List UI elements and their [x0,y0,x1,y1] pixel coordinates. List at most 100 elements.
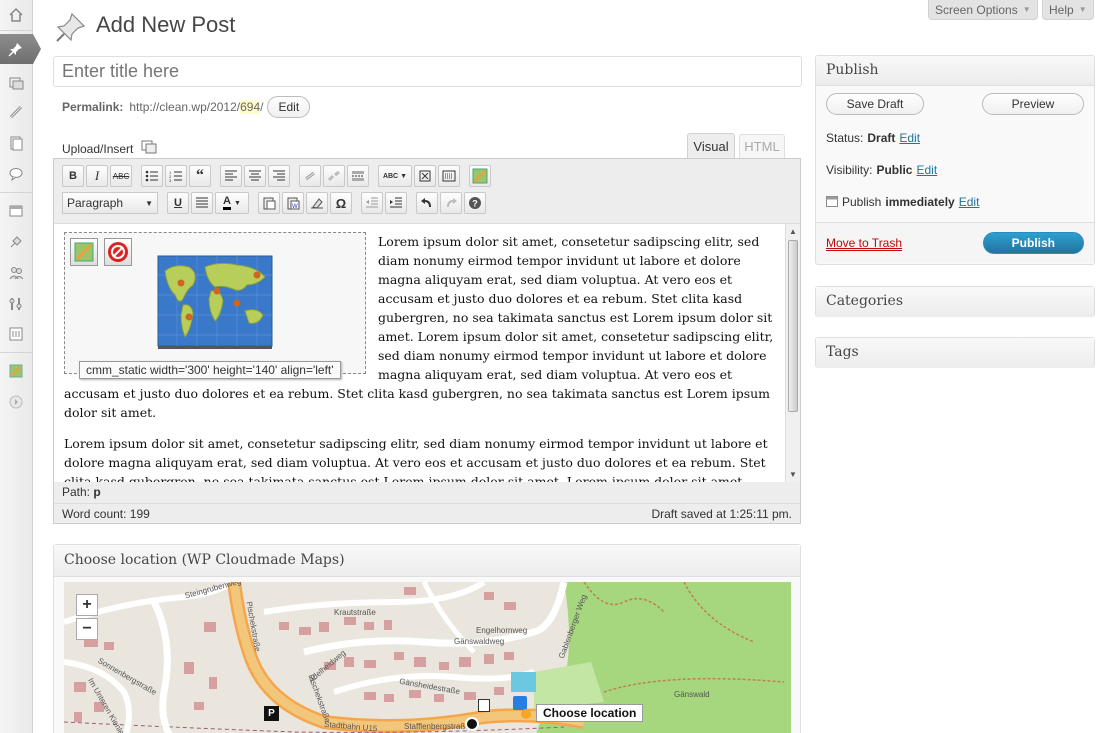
strikethrough-button[interactable]: ABC [110,165,132,187]
outdent-icon[interactable] [361,192,383,214]
edit-image-icon[interactable] [70,238,98,266]
location-map[interactable]: + − Steingrubenweg Pischekstraße Krautst… [64,582,791,733]
street-label: Krautstraße [334,608,376,617]
tab-html[interactable]: HTML [739,134,785,158]
permalink-url[interactable]: http://clean.wp/2012/694/ [129,100,263,114]
remove-format-icon[interactable] [306,192,328,214]
format-select[interactable]: Paragraph ▼ [62,192,158,214]
numbered-list-button[interactable]: 123 [165,165,187,187]
publish-title[interactable]: Publish [816,56,1094,86]
tags-title[interactable]: Tags [816,338,1094,368]
links-icon[interactable] [5,101,27,123]
dashboard-icon[interactable] [5,4,27,26]
status-edit-link[interactable]: Edit [899,131,920,145]
map-postbox-title[interactable]: Choose location (WP Cloudmade Maps) [54,545,800,577]
insert-link-icon[interactable] [299,165,321,187]
publish-actions: Save Draft Preview [816,86,1094,122]
editor-toolbar-row-1: B I ABC 123 “ ABC ▼ [62,163,491,189]
street-label: Stafflenbergstraße [404,722,470,731]
scrollbar-thumb[interactable] [788,240,798,412]
scroll-down-icon[interactable]: ▼ [789,470,797,479]
schedule-value: immediately [885,195,955,209]
kitchen-sink-icon[interactable] [438,165,460,187]
scroll-up-icon[interactable]: ▲ [789,227,797,236]
maps-plugin-icon[interactable] [5,360,27,382]
fullscreen-icon[interactable] [414,165,436,187]
swimming-pool-icon [513,696,527,710]
save-draft-button[interactable]: Save Draft [826,93,924,115]
chevron-down-icon: ▼ [145,198,153,208]
underline-button[interactable]: U [167,192,189,214]
choose-location-tooltip: Choose location [536,704,644,722]
text-color-button[interactable]: A ▼ [215,192,249,214]
bullet-list-button[interactable] [141,165,163,187]
street-label: Gänswald [674,690,710,699]
users-icon[interactable] [5,262,27,284]
schedule-label: Publish [842,195,882,209]
unlink-icon[interactable] [323,165,345,187]
tab-visual[interactable]: Visual [687,133,735,159]
street-label: Gänswaldweg [454,637,505,646]
path-label: Path: [62,485,91,499]
bold-button[interactable]: B [62,165,84,187]
spellcheck-button[interactable]: ABC ▼ [378,165,412,187]
help-label: Help [1049,2,1074,17]
plugins-icon[interactable] [5,231,27,253]
permalink-slug: 694 [240,100,261,114]
screen-options-tab[interactable]: Screen Options ▼ [928,0,1038,20]
status-label: Status: [826,131,864,145]
svg-text:?: ? [472,199,478,209]
paste-word-icon[interactable]: W [282,192,304,214]
station-icon [465,717,479,731]
schedule-edit-link[interactable]: Edit [959,195,980,209]
format-select-value: Paragraph [67,196,124,210]
path-value[interactable]: p [93,485,100,499]
move-to-trash-link[interactable]: Move to Trash [826,236,903,251]
special-character-icon[interactable]: Ω [330,192,352,214]
pages-icon[interactable] [5,132,27,154]
align-left-button[interactable] [220,165,242,187]
zoom-out-button[interactable]: − [76,618,98,640]
editor-scrollbar[interactable]: ▲ ▼ [785,224,800,482]
tools-icon[interactable] [5,293,27,315]
delete-image-icon[interactable] [104,238,132,266]
media-icon[interactable] [5,72,27,94]
undo-icon[interactable] [416,192,438,214]
editor-text[interactable]: cmm_static width='300' height='140' alig… [64,232,780,482]
settings-icon[interactable] [5,323,27,345]
comments-icon[interactable] [5,163,27,185]
permalink-base: http://clean.wp/2012/ [129,100,241,114]
justify-button[interactable] [191,192,213,214]
indent-icon[interactable] [385,192,407,214]
posts-pin-icon[interactable] [5,38,27,60]
redo-icon[interactable] [440,192,462,214]
pushpin-icon [54,10,88,44]
editor-toolbar-row-2: Paragraph ▼ U A ▼ W Ω ? [62,190,486,216]
permalink-row: Permalink: http://clean.wp/2012/694/ Edi… [62,96,311,118]
editor-content[interactable]: cmm_static width='300' height='140' alig… [54,223,800,482]
bus-stop-icon [478,699,490,712]
blockquote-button[interactable]: “ [189,165,211,187]
post-title-input[interactable] [53,56,802,87]
zoom-in-button[interactable]: + [76,594,98,616]
preview-button[interactable]: Preview [982,93,1084,115]
visibility-edit-link[interactable]: Edit [916,163,937,177]
categories-title[interactable]: Categories [816,287,1094,317]
appearance-icon[interactable] [5,200,27,222]
location-marker-icon[interactable] [521,709,531,719]
publish-button[interactable]: Publish [982,232,1084,254]
help-icon[interactable]: ? [464,192,486,214]
insert-more-icon[interactable] [347,165,369,187]
italic-button[interactable]: I [86,165,108,187]
insert-map-icon[interactable] [469,165,491,187]
map-image-placeholder[interactable]: cmm_static width='300' height='140' alig… [64,232,366,379]
help-tab[interactable]: Help ▼ [1042,0,1094,20]
screen-options-label: Screen Options [935,2,1018,17]
align-right-button[interactable] [268,165,290,187]
paste-text-icon[interactable] [258,192,280,214]
calendar-icon [826,195,838,210]
align-center-button[interactable] [244,165,266,187]
collapse-menu-icon[interactable] [5,391,27,413]
permalink-edit-button[interactable]: Edit [267,96,311,118]
add-media-icon[interactable] [141,140,157,157]
